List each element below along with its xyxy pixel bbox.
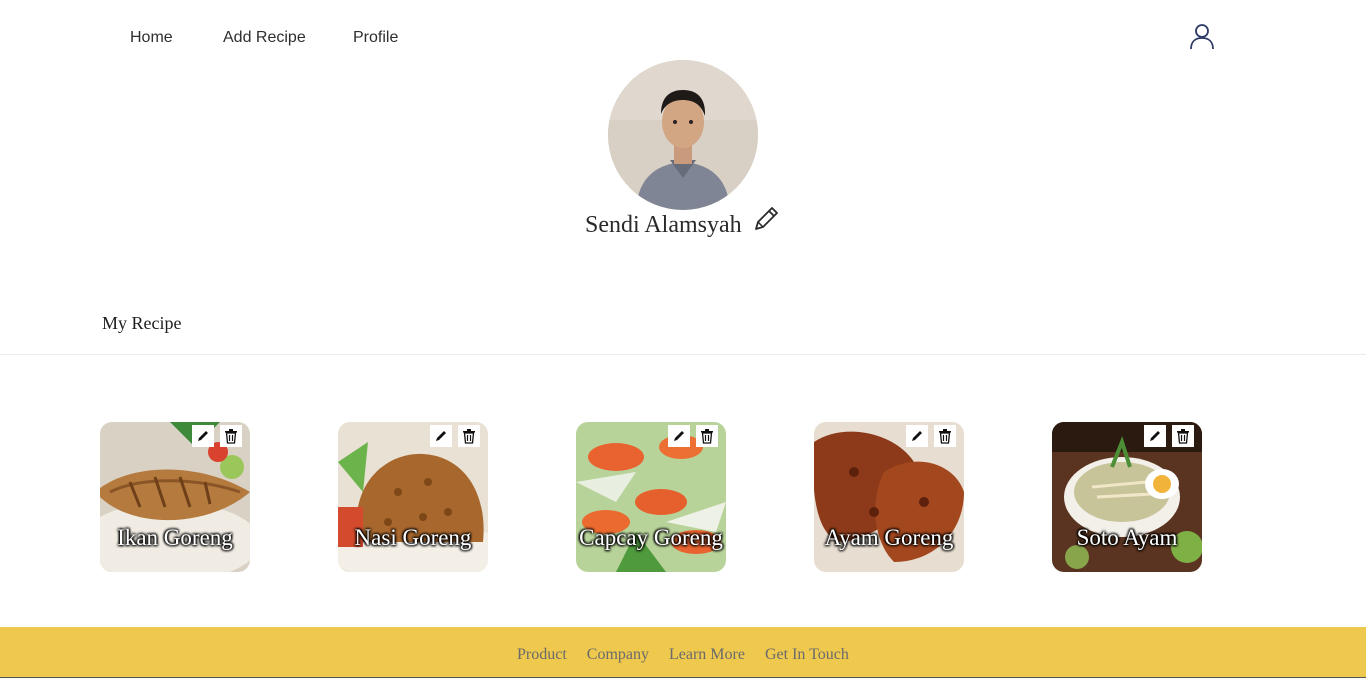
- footer-link-company[interactable]: Company: [587, 645, 649, 665]
- delete-recipe-button[interactable]: [220, 425, 242, 447]
- recipe-card-soto-ayam[interactable]: Soto Ayam: [1052, 422, 1202, 572]
- recipe-title: Soto Ayam: [1076, 525, 1178, 550]
- recipe-card-ikan-goreng[interactable]: Ikan Goreng: [100, 422, 250, 572]
- pencil-icon: [912, 431, 922, 441]
- delete-recipe-button[interactable]: [458, 425, 480, 447]
- pencil-icon: [436, 431, 446, 441]
- footer-links: Product Company Learn More Get In Touch: [517, 645, 849, 665]
- recipe-title: Capcay Goreng: [579, 525, 723, 550]
- pencil-icon: [674, 431, 684, 441]
- pencil-icon: [1150, 431, 1160, 441]
- footer: Product Company Learn More Get In Touch: [0, 627, 1366, 678]
- recipe-card-capcay-goreng[interactable]: Capcay Goreng: [576, 422, 726, 572]
- card-actions: [430, 425, 480, 449]
- card-actions: [192, 425, 242, 449]
- user-icon[interactable]: [1188, 22, 1216, 50]
- nav-profile-link[interactable]: Profile: [353, 28, 398, 48]
- pencil-icon: [198, 431, 208, 441]
- card-actions: [1144, 425, 1194, 449]
- trash-icon: [463, 429, 475, 444]
- trash-icon: [225, 429, 237, 444]
- footer-link-learn-more[interactable]: Learn More: [669, 645, 745, 665]
- profile-name: Sendi Alamsyah: [585, 212, 742, 238]
- delete-recipe-button[interactable]: [696, 425, 718, 447]
- pencil-icon[interactable]: [750, 203, 782, 235]
- recipe-title: Ayam Goreng: [824, 525, 954, 550]
- card-actions: [668, 425, 718, 449]
- nav-add-recipe-link[interactable]: Add Recipe: [223, 28, 306, 48]
- recipe-card-nasi-goreng[interactable]: Nasi Goreng: [338, 422, 488, 572]
- trash-icon: [701, 429, 713, 444]
- trash-icon: [939, 429, 951, 444]
- delete-recipe-button[interactable]: [1172, 425, 1194, 447]
- edit-recipe-button[interactable]: [430, 425, 452, 447]
- footer-link-product[interactable]: Product: [517, 645, 567, 665]
- recipe-title: Nasi Goreng: [354, 525, 472, 550]
- edit-recipe-button[interactable]: [192, 425, 214, 447]
- trash-icon: [1177, 429, 1189, 444]
- edit-recipe-button[interactable]: [906, 425, 928, 447]
- nav-home-link[interactable]: Home: [130, 28, 173, 48]
- card-actions: [906, 425, 956, 449]
- divider: [0, 354, 1366, 355]
- profile-avatar: [608, 60, 758, 210]
- recipe-title: Ikan Goreng: [117, 525, 233, 550]
- edit-recipe-button[interactable]: [668, 425, 690, 447]
- footer-link-get-in-touch[interactable]: Get In Touch: [765, 645, 849, 665]
- edit-recipe-button[interactable]: [1144, 425, 1166, 447]
- recipe-card-ayam-goreng[interactable]: Ayam Goreng: [814, 422, 964, 572]
- my-recipe-heading: My Recipe: [102, 313, 182, 333]
- delete-recipe-button[interactable]: [934, 425, 956, 447]
